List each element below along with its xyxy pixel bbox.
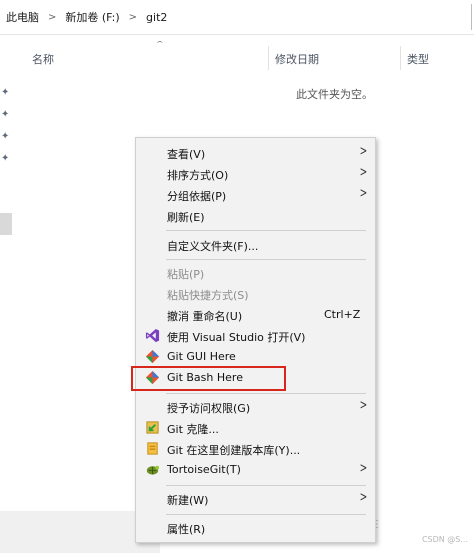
menu-item-paste[interactable]: 粘贴(P)	[136, 262, 375, 283]
menu-separator	[166, 514, 366, 515]
menu-item-refresh[interactable]: 刷新(E)	[136, 205, 375, 226]
shortcut-text: Ctrl+Z	[324, 308, 361, 321]
menu-item-view[interactable]: 查看(V) >	[136, 142, 375, 163]
column-header: ^ 名称 修改日期 类型	[14, 35, 474, 77]
empty-folder-message: 此文件夹为空。	[296, 88, 373, 101]
menu-separator	[166, 230, 366, 231]
nav-selected-item[interactable]	[0, 213, 12, 235]
menu-separator	[166, 259, 366, 260]
pin-icon[interactable]: ✦	[1, 153, 9, 164]
git-gui-icon	[145, 349, 160, 364]
navigation-pane: ✦ ✦ ✦ ✦	[0, 35, 14, 553]
git-bash-icon	[145, 370, 160, 385]
menu-item-customize-folder[interactable]: 自定义文件夹(F)...	[136, 234, 375, 255]
menu-separator	[166, 393, 366, 394]
pin-icon[interactable]: ✦	[1, 131, 9, 142]
column-name[interactable]: 名称	[32, 51, 54, 67]
chevron-right-icon: >	[359, 398, 368, 413]
breadcrumb-this-pc[interactable]: 此电脑	[4, 9, 41, 25]
breadcrumb-folder[interactable]: git2	[144, 11, 169, 24]
chevron-right-icon: >	[359, 461, 368, 476]
chevron-right-icon: >	[359, 490, 368, 505]
git-clone-icon	[146, 421, 159, 434]
menu-item-git-create-repo[interactable]: Git 在这里创建版本库(Y)...	[136, 438, 375, 459]
menu-item-tortoisegit[interactable]: TortoiseGit(T) >	[136, 459, 375, 480]
menu-item-git-bash-here[interactable]: Git Bash Here	[136, 367, 375, 388]
menu-item-sort-by[interactable]: 排序方式(O) >	[136, 163, 375, 184]
chevron-right-icon: >	[359, 144, 368, 159]
column-divider[interactable]	[400, 46, 401, 70]
watermark: CSDN @S...	[421, 535, 468, 544]
column-divider[interactable]	[268, 46, 269, 70]
menu-item-new[interactable]: 新建(W) >	[136, 488, 375, 509]
menu-item-paste-shortcut[interactable]: 粘贴快捷方式(S)	[136, 283, 375, 304]
sort-ascending-icon: ^	[156, 41, 164, 47]
column-type[interactable]: 类型	[407, 51, 429, 67]
menu-separator	[166, 485, 366, 486]
menu-item-group-by[interactable]: 分组依据(P) >	[136, 184, 375, 205]
menu-item-git-clone[interactable]: Git 克隆...	[136, 417, 375, 438]
git-create-repo-icon	[147, 442, 158, 455]
menu-item-git-gui-here[interactable]: Git GUI Here	[136, 346, 375, 367]
context-menu: 查看(V) > 排序方式(O) > 分组依据(P) > 刷新(E) 自定义文件夹…	[135, 137, 376, 543]
breadcrumb-separator-icon[interactable]: >	[122, 12, 144, 23]
menu-item-open-visual-studio[interactable]: 使用 Visual Studio 打开(V)	[136, 325, 375, 346]
menu-item-undo-rename[interactable]: 撤消 重命名(U) Ctrl+Z	[136, 304, 375, 325]
column-date-modified[interactable]: 修改日期	[275, 51, 319, 67]
breadcrumb-drive[interactable]: 新加卷 (F:)	[63, 9, 121, 25]
menu-item-properties[interactable]: 属性(R)	[136, 517, 375, 538]
pin-icon[interactable]: ✦	[1, 87, 9, 98]
chevron-right-icon: >	[359, 165, 368, 180]
tortoisegit-icon	[146, 465, 160, 475]
pin-icon[interactable]: ✦	[1, 109, 9, 120]
breadcrumb-separator-icon[interactable]: >	[41, 12, 63, 23]
address-bar[interactable]: 此电脑 > 新加卷 (F:) > git2	[0, 0, 474, 35]
visual-studio-icon	[145, 328, 160, 343]
chevron-right-icon: >	[359, 186, 368, 201]
breadcrumb: 此电脑 > 新加卷 (F:) > git2	[4, 0, 169, 34]
menu-item-give-access[interactable]: 授予访问权限(G) >	[136, 396, 375, 417]
